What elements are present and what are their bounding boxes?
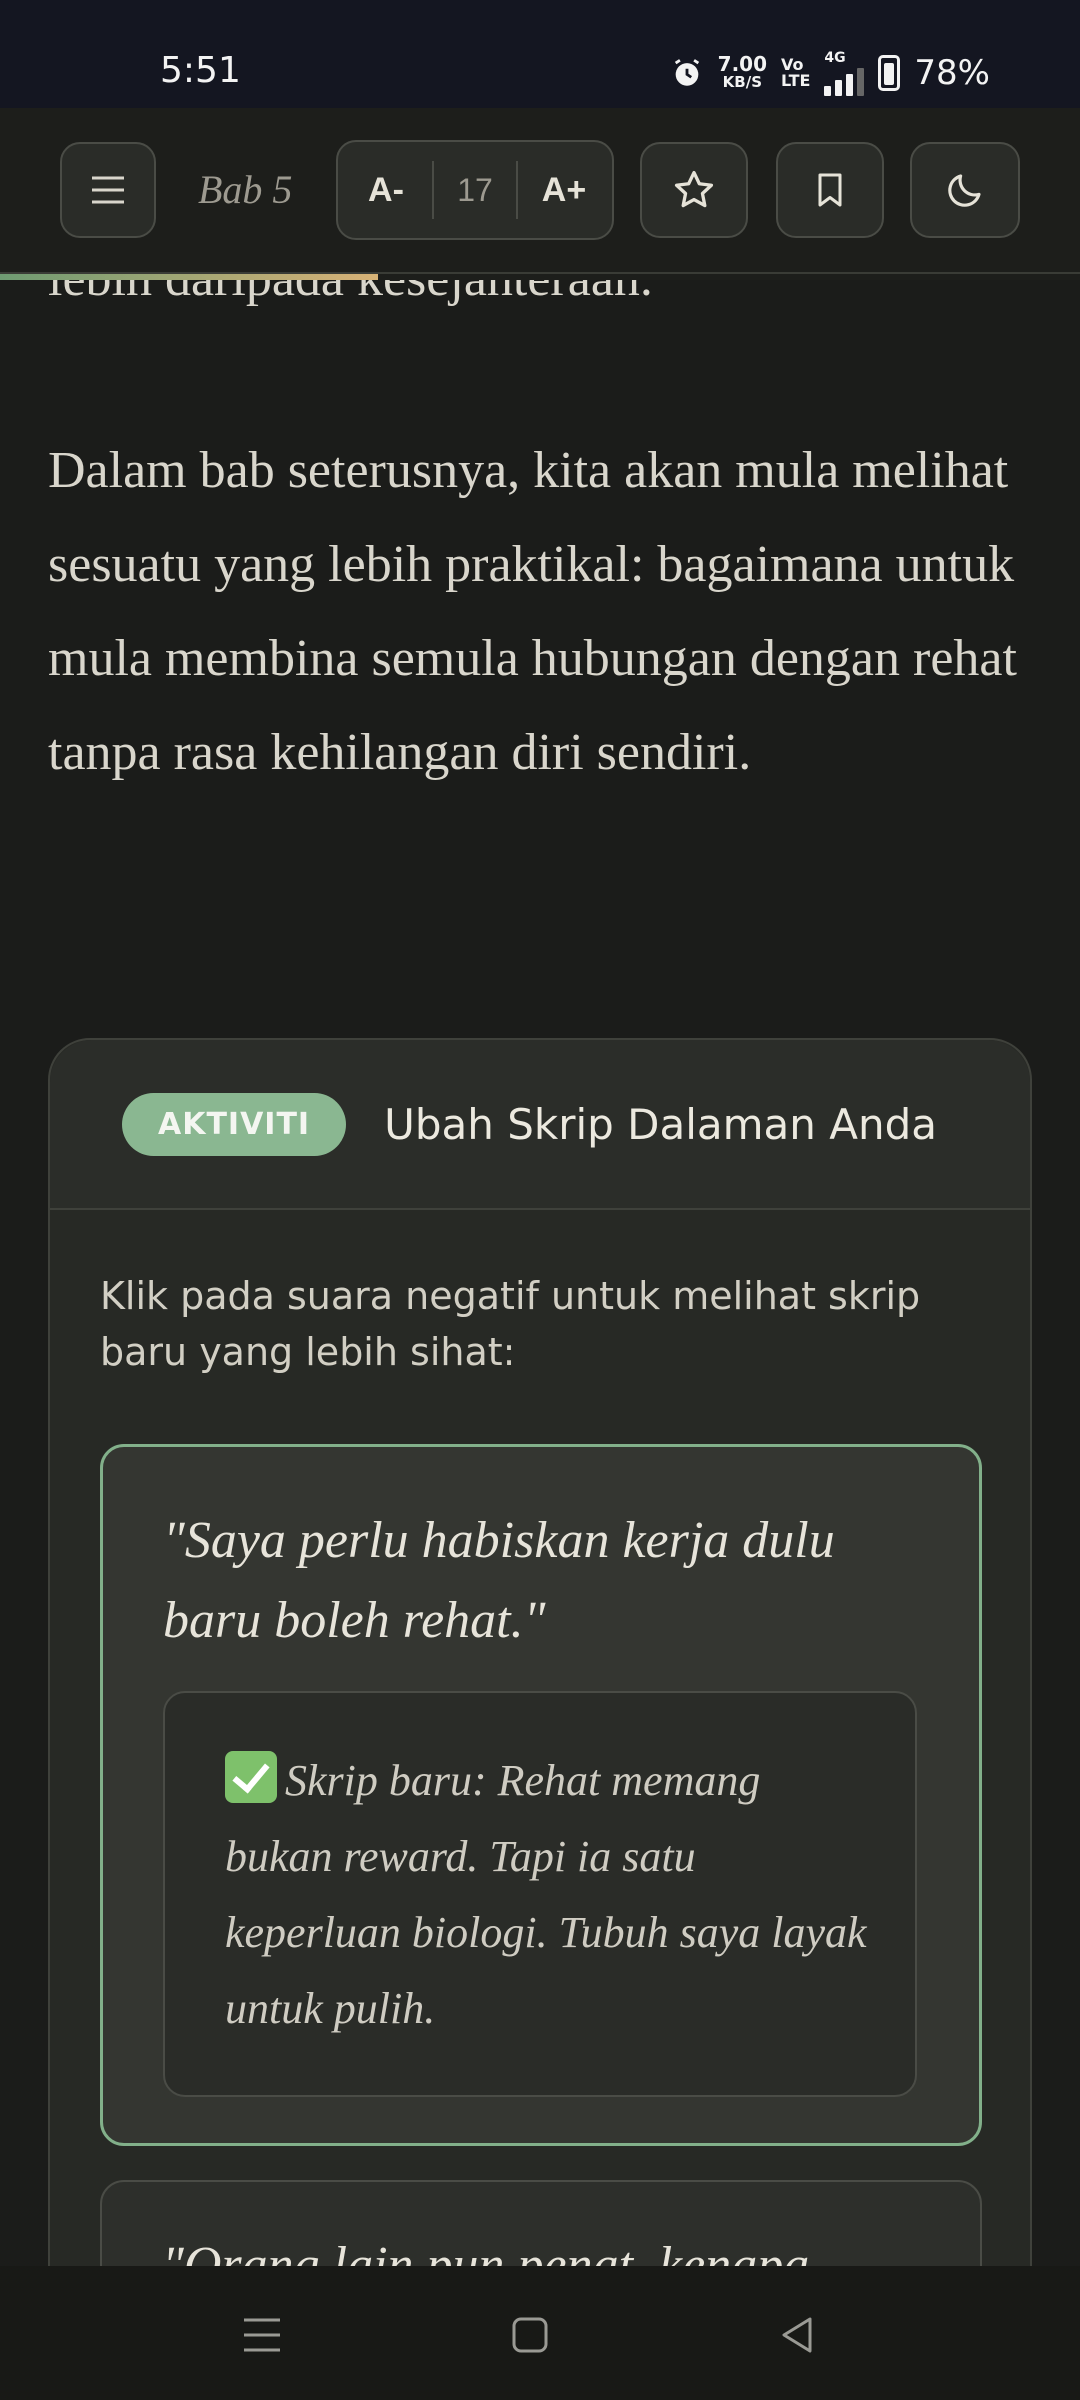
check-mark-icon bbox=[225, 1751, 277, 1803]
script-card[interactable]: "Saya perlu habiskan kerja dulu baru bol… bbox=[100, 1444, 982, 2146]
paragraph-top: lebih daripada kesejahteraan. bbox=[48, 280, 1038, 326]
status-bar: 5:51 7.00 KB/S Vo LTE 4G 78% bbox=[0, 0, 1080, 108]
alarm-icon bbox=[674, 59, 699, 86]
star-icon bbox=[674, 170, 714, 208]
reader-content[interactable]: lebih daripada kesejahteraan. Dalam bab … bbox=[0, 280, 1080, 2266]
network-speed-unit: KB/S bbox=[722, 73, 763, 91]
volte-line2: LTE bbox=[781, 71, 811, 90]
battery-percent: 78% bbox=[914, 53, 990, 93]
moon-icon bbox=[948, 174, 981, 207]
bookmark-icon bbox=[818, 173, 842, 207]
cell-signal: 4G bbox=[824, 50, 865, 96]
signal-bars-icon bbox=[824, 66, 865, 96]
back-button[interactable] bbox=[756, 2300, 836, 2370]
system-navigation-bar bbox=[0, 2266, 1080, 2400]
activity-title: Ubah Skrip Dalaman Anda bbox=[384, 1099, 937, 1149]
recent-apps-button[interactable] bbox=[222, 2300, 302, 2370]
back-triangle-icon bbox=[782, 2317, 812, 2353]
chapter-label: Bab 5 bbox=[198, 167, 293, 212]
activity-header: AKTIVITI Ubah Skrip Dalaman Anda bbox=[50, 1040, 1030, 1210]
font-size-control: A- 17 A+ bbox=[336, 140, 614, 240]
square-icon bbox=[512, 2317, 548, 2353]
reader-toolbar: Bab 5 A- 17 A+ bbox=[0, 108, 1080, 274]
activity-badge: AKTIVITI bbox=[122, 1092, 347, 1156]
menu-button[interactable] bbox=[60, 142, 156, 238]
status-icons: 7.00 KB/S Vo LTE 4G 78% bbox=[670, 50, 990, 96]
clock: 5:51 bbox=[160, 50, 241, 91]
network-speed: 7.00 KB/S bbox=[717, 52, 768, 91]
favorite-button[interactable] bbox=[640, 142, 748, 238]
network-speed-value: 7.00 bbox=[717, 52, 768, 76]
night-mode-button[interactable] bbox=[910, 142, 1020, 238]
hamburger-icon bbox=[92, 176, 124, 204]
negative-voice-quote: "Saya perlu habiskan kerja dulu baru bol… bbox=[163, 1512, 835, 1649]
activity-instruction: Klik pada suara negatif untuk melihat sk… bbox=[100, 1274, 921, 1374]
negative-voice-quote: "Orang lain pun penat, kenapa bbox=[162, 2237, 810, 2266]
font-size-value: 17 bbox=[432, 161, 518, 219]
font-decrease-button[interactable]: A- bbox=[340, 142, 432, 238]
volte-indicator: Vo LTE bbox=[781, 57, 810, 89]
menu-lines-icon bbox=[244, 2318, 280, 2352]
network-type: 4G bbox=[824, 50, 846, 66]
activity-card: AKTIVITI Ubah Skrip Dalaman Anda Klik pa… bbox=[48, 1038, 1032, 2266]
new-script-box: Skrip baru: Rehat memang bukan reward. T… bbox=[163, 1691, 917, 2097]
new-script-text: Skrip baru: Rehat memang bukan reward. T… bbox=[225, 1743, 875, 2047]
paragraph-main: Dalam bab seterusnya, kita akan mula mel… bbox=[48, 442, 1017, 781]
bookmark-button[interactable] bbox=[776, 142, 884, 238]
font-increase-button[interactable]: A+ bbox=[518, 142, 610, 238]
home-button[interactable] bbox=[490, 2300, 570, 2370]
script-card[interactable]: "Orang lain pun penat, kenapa bbox=[100, 2180, 982, 2266]
battery-icon bbox=[878, 55, 901, 91]
new-script-label: Skrip baru: Rehat memang bukan reward. T… bbox=[225, 1756, 867, 2033]
